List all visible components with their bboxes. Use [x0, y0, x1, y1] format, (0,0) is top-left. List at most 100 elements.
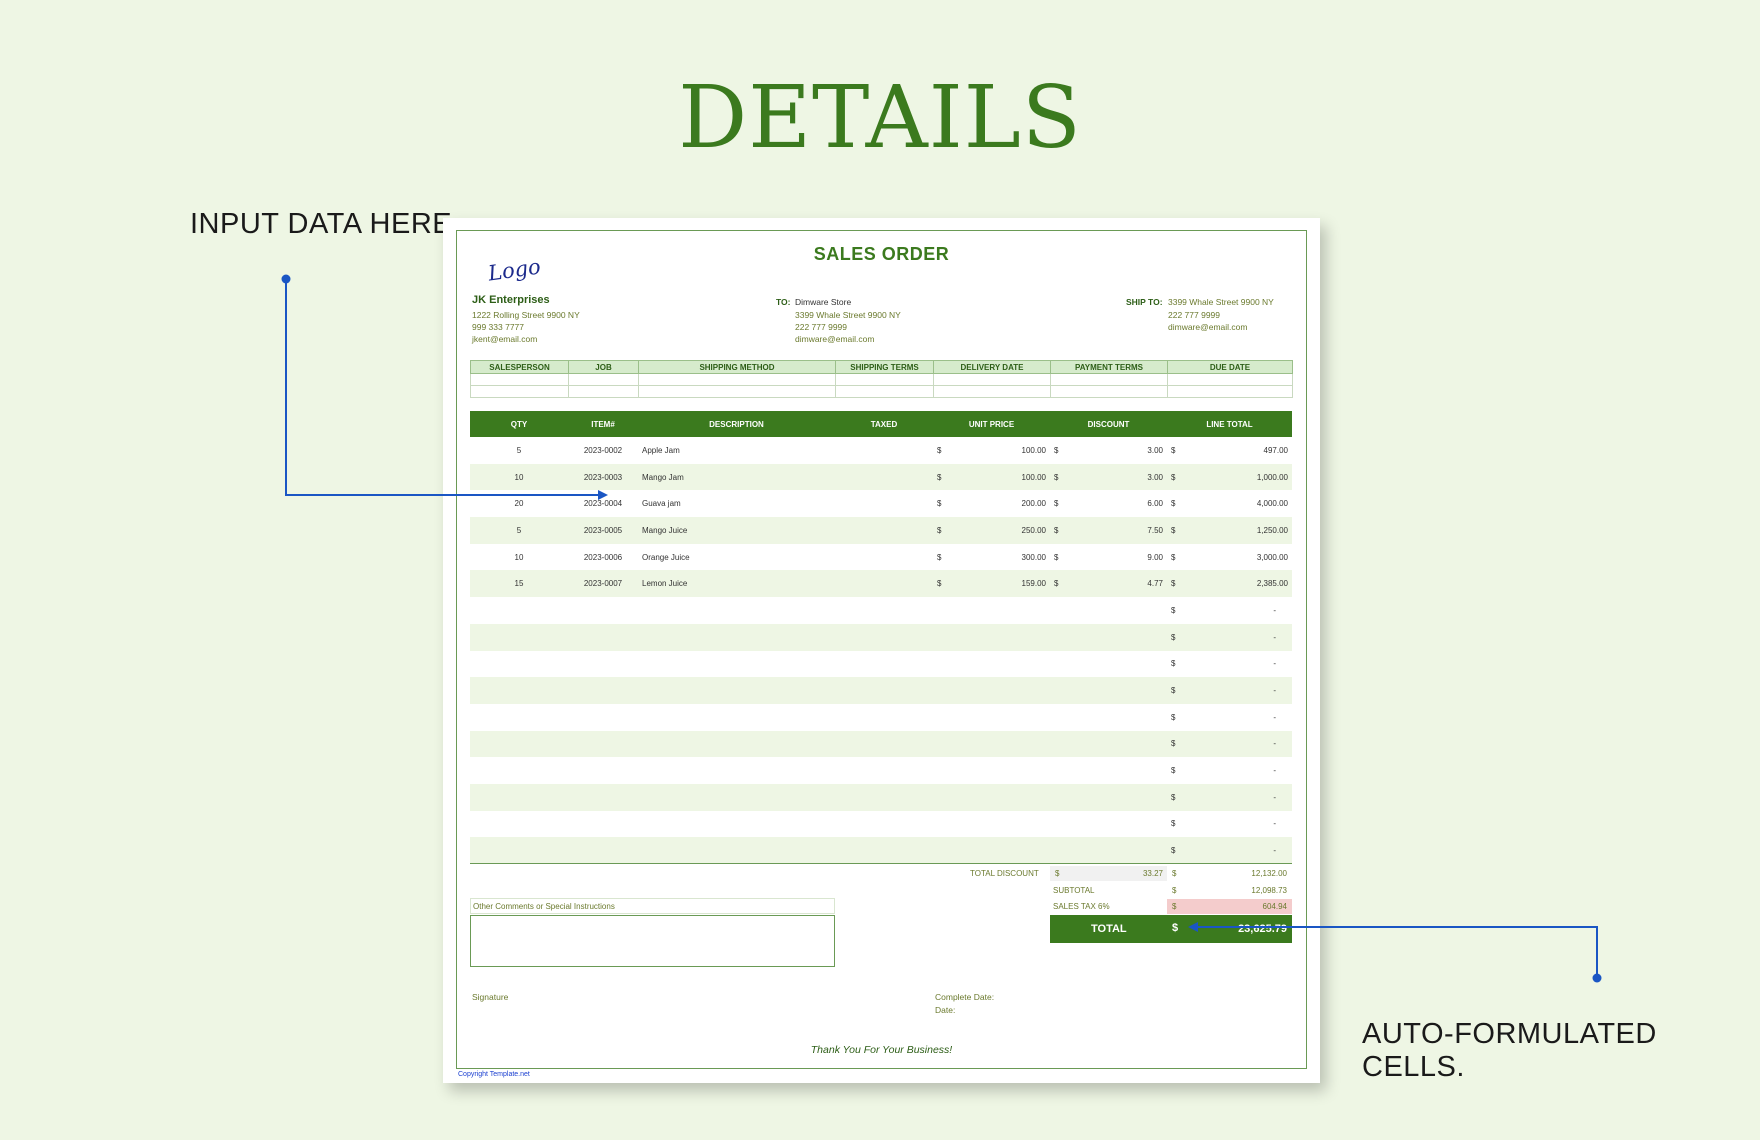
- unit-price-cell[interactable]: [933, 623, 1050, 651]
- item-number-cell[interactable]: [568, 757, 638, 784]
- item-number-cell[interactable]: [568, 811, 638, 838]
- item-number-cell[interactable]: [568, 597, 638, 624]
- description-cell[interactable]: [638, 651, 835, 678]
- item-number-cell[interactable]: 2023-0002: [568, 437, 638, 464]
- discount-cell[interactable]: [1050, 730, 1167, 758]
- taxed-cell[interactable]: [835, 597, 933, 624]
- description-cell[interactable]: [638, 783, 835, 811]
- description-cell[interactable]: [638, 623, 835, 651]
- item-number-cell[interactable]: [568, 730, 638, 758]
- taxed-cell[interactable]: [835, 757, 933, 784]
- item-number-cell[interactable]: [568, 837, 638, 864]
- info-cell-shipping-method[interactable]: [638, 373, 836, 386]
- taxed-cell[interactable]: [835, 623, 933, 651]
- qty-cell[interactable]: 10: [470, 544, 568, 571]
- description-cell[interactable]: [638, 730, 835, 758]
- discount-cell[interactable]: [1050, 651, 1167, 678]
- qty-cell[interactable]: [470, 730, 568, 758]
- taxed-cell[interactable]: [835, 463, 933, 491]
- unit-price-cell[interactable]: $300.00: [933, 544, 1050, 571]
- item-number-cell[interactable]: [568, 783, 638, 811]
- info-cell-payment-terms[interactable]: [1050, 373, 1168, 386]
- qty-cell[interactable]: 10: [470, 463, 568, 491]
- to-phone[interactable]: 222 777 9999: [795, 322, 847, 332]
- description-cell[interactable]: Mango Jam: [638, 463, 835, 491]
- qty-cell[interactable]: [470, 597, 568, 624]
- item-number-cell[interactable]: [568, 677, 638, 704]
- taxed-cell[interactable]: [835, 811, 933, 838]
- taxed-cell[interactable]: [835, 730, 933, 758]
- unit-price-cell[interactable]: $200.00: [933, 490, 1050, 517]
- info-cell-salesperson[interactable]: [470, 385, 569, 398]
- qty-cell[interactable]: [470, 783, 568, 811]
- item-number-cell[interactable]: [568, 623, 638, 651]
- info-cell-delivery-date[interactable]: [933, 373, 1051, 386]
- qty-cell[interactable]: [470, 623, 568, 651]
- item-number-cell[interactable]: [568, 651, 638, 678]
- unit-price-cell[interactable]: [933, 783, 1050, 811]
- qty-cell[interactable]: [470, 677, 568, 704]
- to-address[interactable]: 3399 Whale Street 9900 NY: [795, 310, 901, 320]
- copyright-link[interactable]: Copyright Template.net: [458, 1071, 530, 1078]
- info-cell-delivery-date[interactable]: [933, 385, 1051, 398]
- item-number-cell[interactable]: 2023-0003: [568, 463, 638, 491]
- description-cell[interactable]: Orange Juice: [638, 544, 835, 571]
- comments-input[interactable]: [470, 915, 835, 967]
- taxed-cell[interactable]: [835, 783, 933, 811]
- unit-price-cell[interactable]: $100.00: [933, 437, 1050, 464]
- info-cell-job[interactable]: [568, 373, 639, 386]
- description-cell[interactable]: [638, 757, 835, 784]
- unit-price-cell[interactable]: $250.00: [933, 517, 1050, 544]
- discount-cell[interactable]: $4.77: [1050, 570, 1167, 598]
- qty-cell[interactable]: 5: [470, 437, 568, 464]
- description-cell[interactable]: Mango Juice: [638, 517, 835, 544]
- taxed-cell[interactable]: [835, 437, 933, 464]
- unit-price-cell[interactable]: [933, 651, 1050, 678]
- unit-price-cell[interactable]: [933, 704, 1050, 731]
- discount-cell[interactable]: [1050, 811, 1167, 838]
- taxed-cell[interactable]: [835, 517, 933, 544]
- discount-cell[interactable]: $3.00: [1050, 463, 1167, 491]
- description-cell[interactable]: [638, 597, 835, 624]
- item-number-cell[interactable]: 2023-0007: [568, 570, 638, 598]
- description-cell[interactable]: Guava jam: [638, 490, 835, 517]
- qty-cell[interactable]: [470, 651, 568, 678]
- discount-cell[interactable]: [1050, 677, 1167, 704]
- discount-cell[interactable]: [1050, 623, 1167, 651]
- info-cell-job[interactable]: [568, 385, 639, 398]
- item-number-cell[interactable]: 2023-0004: [568, 490, 638, 517]
- taxed-cell[interactable]: [835, 704, 933, 731]
- qty-cell[interactable]: [470, 704, 568, 731]
- description-cell[interactable]: Lemon Juice: [638, 570, 835, 598]
- company-email[interactable]: jkent@email.com: [472, 334, 537, 344]
- info-cell-salesperson[interactable]: [470, 373, 569, 386]
- discount-cell[interactable]: $7.50: [1050, 517, 1167, 544]
- unit-price-cell[interactable]: [933, 730, 1050, 758]
- taxed-cell[interactable]: [835, 490, 933, 517]
- unit-price-cell[interactable]: $100.00: [933, 463, 1050, 491]
- description-cell[interactable]: [638, 704, 835, 731]
- description-cell[interactable]: [638, 677, 835, 704]
- qty-cell[interactable]: [470, 757, 568, 784]
- qty-cell[interactable]: 5: [470, 517, 568, 544]
- discount-cell[interactable]: [1050, 597, 1167, 624]
- description-cell[interactable]: [638, 837, 835, 864]
- item-number-cell[interactable]: 2023-0005: [568, 517, 638, 544]
- qty-cell[interactable]: [470, 811, 568, 838]
- unit-price-cell[interactable]: [933, 677, 1050, 704]
- taxed-cell[interactable]: [835, 651, 933, 678]
- description-cell[interactable]: [638, 811, 835, 838]
- to-email[interactable]: dimware@email.com: [795, 334, 874, 344]
- taxed-cell[interactable]: [835, 570, 933, 598]
- info-cell-due-date[interactable]: [1167, 385, 1293, 398]
- ship-to-email[interactable]: dimware@email.com: [1168, 322, 1247, 332]
- discount-cell[interactable]: [1050, 837, 1167, 864]
- unit-price-cell[interactable]: [933, 811, 1050, 838]
- unit-price-cell[interactable]: [933, 757, 1050, 784]
- unit-price-cell[interactable]: [933, 597, 1050, 624]
- info-cell-shipping-terms[interactable]: [835, 373, 934, 386]
- info-cell-due-date[interactable]: [1167, 373, 1293, 386]
- info-cell-payment-terms[interactable]: [1050, 385, 1168, 398]
- info-cell-shipping-terms[interactable]: [835, 385, 934, 398]
- taxed-cell[interactable]: [835, 677, 933, 704]
